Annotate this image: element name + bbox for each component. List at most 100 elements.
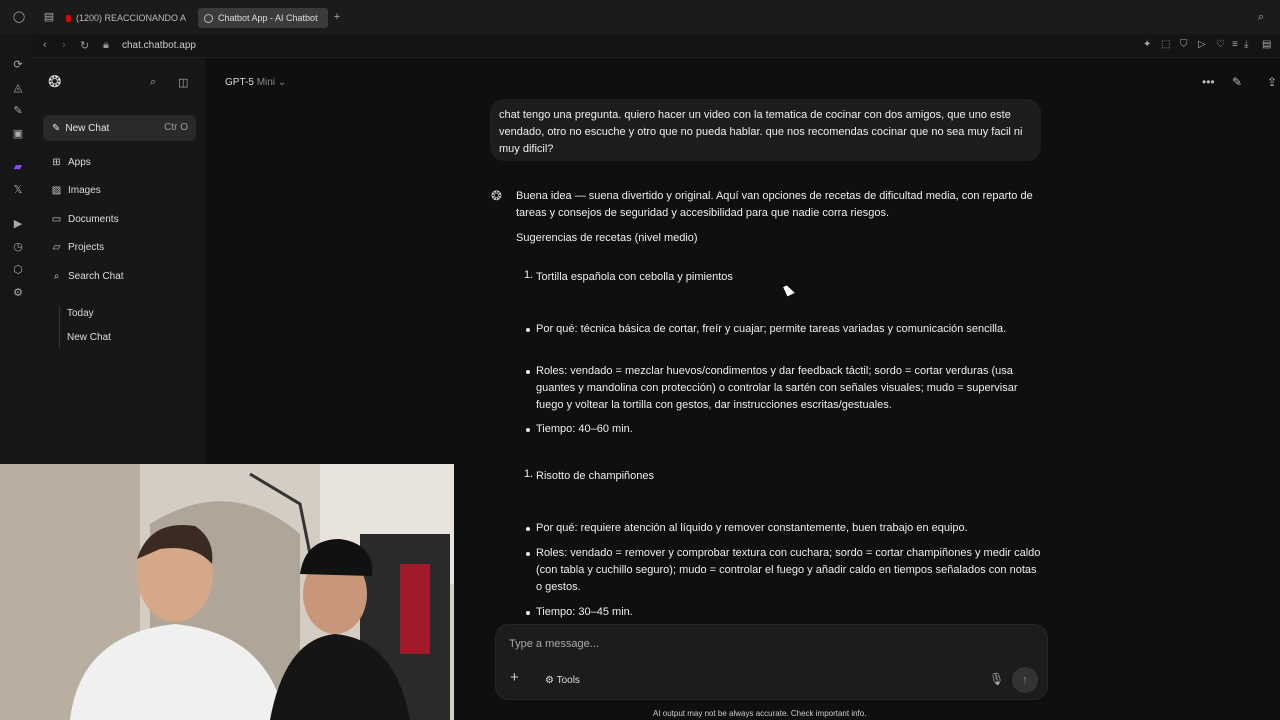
recipe-title: Tortilla española con cebolla y pimiento… (536, 271, 733, 283)
screenshot-icon[interactable]: ⬚ (1161, 39, 1170, 50)
search-icon: ⌕ (53, 270, 60, 282)
bullet-dot (526, 328, 530, 332)
document-icon: ▭ (51, 213, 62, 225)
sidebar-item-projects[interactable]: ▱ Projects (51, 239, 104, 255)
chatbot-favicon-icon (204, 13, 213, 23)
message-composer: Type a message... + ⚙ Tools 🎙︎ ↑ (495, 624, 1048, 700)
new-tab-icon[interactable]: + (330, 10, 344, 24)
sidebar-item-label: Documents (68, 213, 119, 225)
new-chat-button[interactable]: ✎ New Chat Ctr O (43, 115, 196, 141)
tools-label: Tools (556, 675, 580, 686)
webcam-overlay (0, 464, 454, 720)
sidebar-item-search-chat[interactable]: ⌕ Search Chat (51, 268, 124, 284)
disclaimer-text: AI output may not be always accurate. Ch… (653, 709, 867, 718)
recipe-title: Risotto de champiñones (536, 470, 655, 482)
bullet-dot (526, 428, 530, 432)
pin-icon[interactable]: ✦ (1143, 39, 1151, 50)
recipe-bullet: Roles: vendado = mezclar huevos/condimen… (536, 365, 1018, 411)
youtube-icon (66, 14, 71, 22)
shield-icon[interactable]: ⛉ (1180, 39, 1188, 50)
bullet-dot (526, 527, 530, 531)
settings-icon[interactable]: ⚙ (11, 286, 25, 300)
share-icon[interactable]: ⇪ (1267, 75, 1277, 89)
bullet-dot (526, 370, 530, 374)
section-title: Sugerencias de recetas (nivel medio) (516, 232, 698, 244)
pencil-icon[interactable]: ✎ (11, 104, 25, 118)
plus-icon[interactable]: + (510, 669, 519, 686)
folder-icon: ▱ (52, 241, 61, 253)
m-icon[interactable]: ▣ (11, 127, 25, 141)
history-section-title: Today (67, 308, 94, 319)
bag-icon[interactable]: ◬ (11, 81, 25, 95)
recipe-bullet: Por qué: requiere atención al líquido y … (536, 522, 968, 534)
send-icon[interactable]: ▷ (1198, 39, 1206, 50)
chevron-down-icon: ⌄ (277, 77, 287, 88)
sidebar-item-images[interactable]: ▨ Images (51, 182, 101, 198)
model-name: GPT-5 (225, 77, 254, 88)
grid-icon: ⊞ (52, 156, 61, 168)
tools-icon: ⚙ (545, 675, 554, 686)
search-icon[interactable]: ⌕ (150, 76, 156, 89)
history-icon[interactable]: ◷ (11, 240, 25, 254)
sidebar-item-documents[interactable]: ▭ Documents (51, 211, 119, 227)
recipe-number: 1. (524, 468, 534, 480)
recipe-bullet: Roles: vendado = remover y comprobar tex… (536, 547, 1041, 593)
assistant-avatar-icon: ❂ (491, 188, 502, 203)
sidebar-item-label: Apps (68, 156, 91, 168)
tab-youtube[interactable]: (1200) REACCIONANDO A (66, 8, 186, 28)
chatbot-logo-icon[interactable]: ❂ (48, 72, 61, 92)
bullet-dot (526, 552, 530, 556)
sidebar-item-label: Projects (68, 241, 105, 253)
new-chat-edit-icon[interactable]: ✎ (1232, 75, 1242, 89)
sidebar-item-label: Images (68, 184, 101, 196)
menu-lines-icon[interactable]: ≡ (1232, 39, 1238, 50)
recipe-bullet: Por qué: técnica básica de cortar, freír… (536, 323, 1007, 335)
edit-icon: ✎ (52, 122, 61, 134)
bullet-dot (526, 611, 530, 615)
refresh-icon[interactable]: ⟳ (11, 58, 25, 72)
history-divider (59, 306, 60, 348)
heart-icon[interactable]: ♡ (1216, 39, 1225, 50)
back-icon[interactable]: ‹ (43, 39, 47, 51)
model-selector[interactable]: GPT-5 Mini ⌄ (225, 77, 286, 88)
history-item[interactable]: New Chat (67, 332, 111, 343)
tab-label: Chatbot App - AI Chatbot (218, 13, 318, 23)
microphone-icon[interactable]: 🎙︎ (989, 672, 1004, 686)
tab-label: (1200) REACCIONANDO A (75, 13, 186, 23)
sidebar-item-label: Search Chat (68, 270, 124, 282)
more-options-icon[interactable]: ••• (1202, 75, 1215, 89)
image-icon: ▨ (51, 184, 62, 196)
recipe-number: 1. (524, 269, 534, 281)
sidebar-item-apps[interactable]: ⊞ Apps (51, 154, 91, 170)
user-message: chat tengo una pregunta. quiero hacer un… (490, 99, 1041, 161)
app-sidebar: ❂ ⌕ ◫ ✎ New Chat Ctr O ⊞ Apps ▨ Images ▭… (34, 58, 205, 464)
x-icon[interactable]: 𝕏 (11, 183, 25, 197)
message-input[interactable]: Type a message... (509, 638, 599, 650)
extensions-icon[interactable]: ⬡ (11, 263, 25, 277)
search-tabs-icon[interactable]: ⌕ (1254, 10, 1268, 24)
url-text[interactable]: chat.chatbot.app (122, 40, 196, 51)
browser-sidebar-rail: ⟳ ◬ ✎ ▣ ▰ 𝕏 ▶ ◷ ⬡ ⚙ (0, 34, 34, 464)
play-icon[interactable]: ▶ (11, 217, 25, 231)
tools-button[interactable]: ⚙ Tools (545, 675, 580, 686)
reload-icon[interactable]: ↻ (80, 39, 89, 52)
new-chat-label: New Chat (65, 122, 110, 134)
lock-icon: 🔒︎ (103, 39, 109, 51)
tab-chatbot[interactable]: Chatbot App - AI Chatbot (198, 8, 328, 28)
browser-tabstrip: ◯ ▤ (1200) REACCIONANDO A Chatbot App - … (0, 0, 1280, 34)
puzzle-icon[interactable]: ▤ (1262, 39, 1271, 50)
recipe-bullet: Tiempo: 30–45 min. (536, 606, 633, 618)
sidebar-toggle-icon[interactable]: ◫ (178, 76, 188, 89)
recipe-bullet: Tiempo: 40–60 min. (536, 423, 633, 435)
download-icon[interactable]: ⤓ (1244, 39, 1248, 50)
address-bar: ‹ › ↻ 🔒︎ chat.chatbot.app ✦ ⬚ ⛉ ▷ ♡ ≡ ⤓ … (34, 34, 1280, 58)
model-variant: Mini (256, 77, 276, 88)
assistant-intro: Buena idea — suena divertido y original.… (516, 190, 1033, 219)
opera-logo-icon[interactable]: ◯ (12, 10, 26, 24)
twitch-icon[interactable]: ▰ (11, 160, 25, 174)
send-button[interactable]: ↑ (1012, 667, 1038, 693)
tab-list-icon[interactable]: ▤ (42, 10, 56, 24)
forward-icon[interactable]: › (62, 39, 66, 51)
webcam-image (0, 464, 454, 720)
new-chat-shortcut: Ctr O (164, 122, 188, 133)
